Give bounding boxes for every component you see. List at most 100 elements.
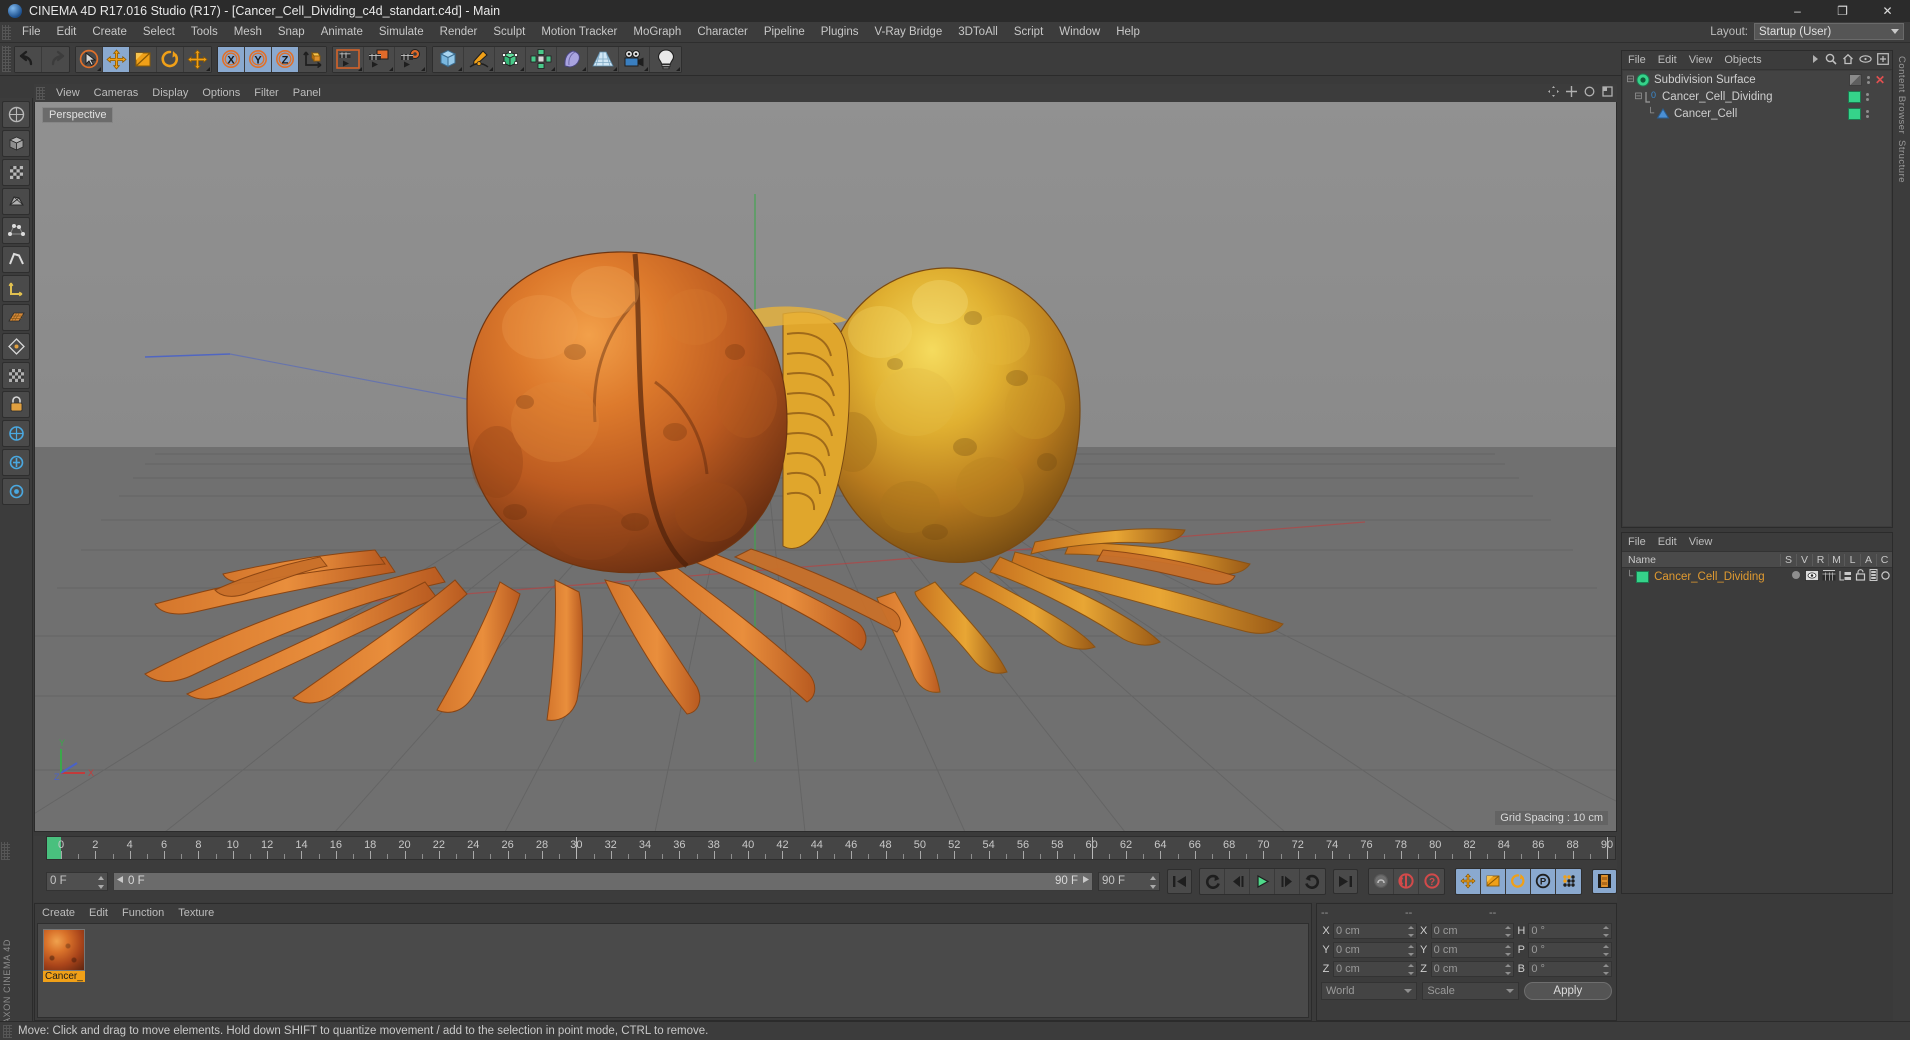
coord-size-x-stepper[interactable]: [1505, 926, 1512, 937]
move-axis-icon[interactable]: [184, 46, 211, 72]
undo-icon[interactable]: [15, 46, 42, 72]
coord-pos-x-field[interactable]: 0 cm: [1333, 923, 1417, 939]
menu-tools[interactable]: Tools: [183, 22, 226, 43]
spline-pen-icon[interactable]: [464, 46, 495, 72]
menu-pipeline[interactable]: Pipeline: [756, 22, 813, 43]
step-forward-icon[interactable]: [1275, 868, 1300, 894]
cube-primitive-icon[interactable]: [433, 46, 464, 72]
menu-plugins[interactable]: Plugins: [813, 22, 867, 43]
viewport-menu-display[interactable]: Display: [145, 84, 195, 102]
layer-menu-edit[interactable]: Edit: [1652, 533, 1683, 552]
time-slider-left-handle-icon[interactable]: [116, 875, 125, 887]
pan-view-icon[interactable]: [1548, 86, 1559, 100]
scale-key-icon[interactable]: [1481, 868, 1506, 894]
coord-size-y-stepper[interactable]: [1505, 945, 1512, 956]
visibility-dots[interactable]: [1866, 75, 1870, 84]
point-level-key-icon[interactable]: [1556, 868, 1581, 894]
menu-motion-tracker[interactable]: Motion Tracker: [533, 22, 625, 43]
material-menu-edit[interactable]: Edit: [82, 904, 115, 922]
color-toggle-icon[interactable]: [1881, 570, 1890, 583]
play-icon[interactable]: [1250, 868, 1275, 894]
select-live-icon[interactable]: [76, 46, 103, 72]
point-mode-icon[interactable]: [2, 217, 30, 244]
coord-rot-p-stepper[interactable]: [1603, 945, 1610, 956]
object-menu-objects[interactable]: Objects: [1718, 51, 1767, 70]
rotate-icon[interactable]: [157, 46, 184, 72]
menu-window[interactable]: Window: [1051, 22, 1108, 43]
object-menu-view[interactable]: View: [1683, 51, 1719, 70]
render-toggle-icon[interactable]: [1822, 569, 1836, 584]
material-manager-body[interactable]: Cancer_: [37, 923, 1309, 1018]
viewport-grip-handle[interactable]: [36, 86, 45, 100]
viewport-solo-icon[interactable]: [2, 449, 30, 476]
menu-snap[interactable]: Snap: [270, 22, 313, 43]
layout-dropdown[interactable]: Startup (User): [1754, 23, 1904, 40]
timeline-grip-handle[interactable]: [1, 842, 10, 860]
polygon-mode-icon[interactable]: [2, 188, 30, 215]
coord-pos-y-stepper[interactable]: [1407, 945, 1414, 956]
maximize-view-icon[interactable]: [1602, 86, 1613, 100]
menu-simulate[interactable]: Simulate: [371, 22, 432, 43]
material-menu-function[interactable]: Function: [115, 904, 171, 922]
object-row-subdivision-surface[interactable]: ⊟ Subdivision Surface ✕: [1623, 71, 1891, 88]
move-icon[interactable]: [103, 46, 130, 72]
coord-pos-z-stepper[interactable]: [1407, 964, 1414, 975]
menu-select[interactable]: Select: [135, 22, 183, 43]
layer-color-swatch[interactable]: [1636, 570, 1650, 583]
viewport-menu-cameras[interactable]: Cameras: [87, 84, 146, 102]
apply-button[interactable]: Apply: [1523, 982, 1612, 1000]
zoom-view-icon[interactable]: [1566, 86, 1577, 100]
menu-sculpt[interactable]: Sculpt: [485, 22, 533, 43]
minimize-button[interactable]: –: [1775, 0, 1820, 22]
transform-mode-dropdown[interactable]: Scale: [1422, 982, 1519, 1000]
material-menu-texture[interactable]: Texture: [171, 904, 221, 922]
model-mode-icon[interactable]: [2, 130, 30, 157]
param-key-icon[interactable]: P: [1531, 868, 1556, 894]
position-key-icon[interactable]: [1456, 868, 1481, 894]
deformer-icon[interactable]: [557, 46, 588, 72]
end-frame-field[interactable]: 90 F: [1098, 871, 1160, 891]
texture-mode-icon[interactable]: [2, 159, 30, 186]
menu-create[interactable]: Create: [84, 22, 135, 43]
animation-toggle-icon[interactable]: [1869, 569, 1878, 584]
coord-rot-b-field[interactable]: 0 °: [1528, 961, 1613, 977]
layer-menu-view[interactable]: View: [1683, 533, 1719, 552]
next-keyframe-icon[interactable]: [1300, 868, 1325, 894]
menu-animate[interactable]: Animate: [313, 22, 371, 43]
axis-mode-icon[interactable]: [2, 275, 30, 302]
coord-rot-h-stepper[interactable]: [1603, 926, 1610, 937]
enable-toggle[interactable]: [1848, 90, 1861, 103]
coord-size-y-field[interactable]: 0 cm: [1430, 942, 1515, 958]
current-frame-field[interactable]: 0 F: [46, 871, 108, 891]
visibility-dots[interactable]: [1866, 92, 1869, 101]
coord-rot-h-field[interactable]: 0 °: [1528, 923, 1613, 939]
material-menu-create[interactable]: Create: [35, 904, 82, 922]
redo-icon[interactable]: [42, 46, 69, 72]
step-back-icon[interactable]: [1225, 868, 1250, 894]
menu-3dtoall[interactable]: 3DToAll: [950, 22, 1006, 43]
dock-tab-structure[interactable]: Structure: [1893, 134, 1907, 183]
object-menu-edit[interactable]: Edit: [1652, 51, 1683, 70]
go-to-start-icon[interactable]: [1167, 868, 1192, 894]
record-active-objects-icon[interactable]: [1369, 868, 1394, 894]
viewport-menu-filter[interactable]: Filter: [247, 84, 285, 102]
end-frame-stepper[interactable]: [1149, 875, 1156, 889]
close-button[interactable]: ✕: [1865, 0, 1910, 22]
status-bar-grip-handle[interactable]: [3, 1024, 12, 1038]
prev-keyframe-icon[interactable]: [1200, 868, 1225, 894]
menu-render[interactable]: Render: [432, 22, 486, 43]
edge-mode-icon[interactable]: [2, 246, 30, 273]
menu-character[interactable]: Character: [689, 22, 756, 43]
maximize-button[interactable]: ❐: [1820, 0, 1865, 22]
lock-axis-icon[interactable]: [2, 420, 30, 447]
timeline-icon[interactable]: [1592, 868, 1617, 894]
toolbar-grip-handle[interactable]: [2, 46, 11, 72]
timeline-ruler[interactable]: 0246810121416182022242628303234363840424…: [46, 836, 1616, 860]
nurbs-icon[interactable]: [495, 46, 526, 72]
coord-pos-z-field[interactable]: 0 cm: [1333, 961, 1417, 977]
layer-row[interactable]: └ Cancer_Cell_Dividing: [1622, 568, 1892, 585]
autokeying-icon[interactable]: [1394, 868, 1419, 894]
coord-rot-p-field[interactable]: 0 °: [1528, 942, 1613, 958]
expander-icon[interactable]: ⊟: [1633, 88, 1644, 105]
object-menu-file[interactable]: File: [1622, 51, 1652, 70]
